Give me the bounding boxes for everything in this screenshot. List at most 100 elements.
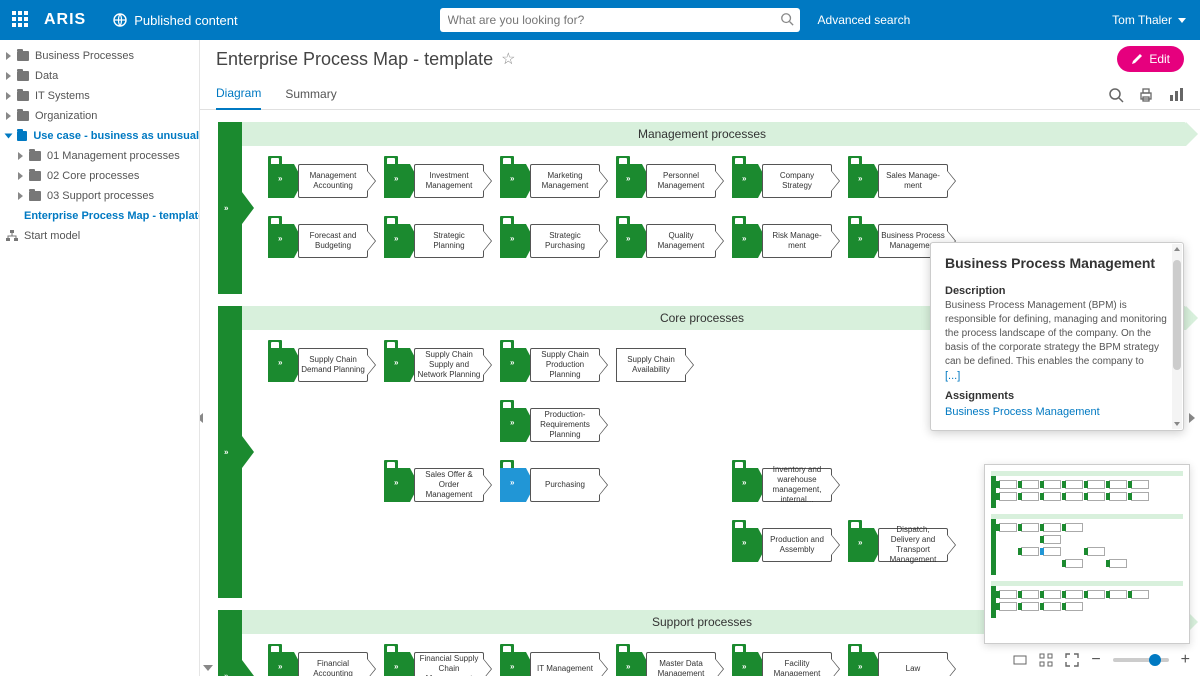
tab-summary[interactable]: Summary [285, 79, 336, 109]
process-node[interactable]: »IT Management [500, 644, 600, 676]
process-label: Supply Chain Demand Planning [301, 355, 365, 375]
search-input[interactable] [440, 8, 800, 32]
process-box: Strategic Purchasing [530, 224, 600, 258]
process-chevron-icon: » [732, 164, 758, 198]
zoom-slider[interactable] [1113, 658, 1169, 662]
process-node[interactable]: »Master Data Management [616, 644, 716, 676]
process-label: Quality Management [649, 231, 713, 251]
popover-scrollbar[interactable] [1172, 244, 1182, 429]
chart-icon[interactable] [1168, 87, 1184, 103]
sidebar-item-03-support[interactable]: 03 Support processes [0, 186, 199, 206]
node-details-popover: Business Process Management Description … [930, 242, 1184, 431]
fit-all-icon[interactable] [1039, 653, 1053, 667]
process-chevron-icon: » [848, 652, 874, 676]
published-content-nav[interactable]: Published content [112, 12, 237, 28]
zoom-in-button[interactable]: + [1181, 653, 1190, 667]
process-chevron-icon: » [500, 468, 526, 502]
user-name: Tom Thaler [1112, 13, 1172, 27]
app-launcher-icon[interactable] [12, 11, 30, 29]
process-node[interactable]: »Personnel Management [616, 156, 716, 206]
process-node[interactable]: »Supply Chain Production Planning [500, 340, 600, 390]
search-icon[interactable] [780, 12, 794, 26]
process-node[interactable]: »Dispatch, Delivery and Transport Manage… [848, 520, 948, 570]
process-box: Sales Offer & Order Management [414, 468, 484, 502]
process-node[interactable]: »Purchasing [500, 460, 600, 510]
process-box: Dispatch, Delivery and Transport Managem… [878, 528, 948, 562]
diagram-canvas[interactable]: Management processes » »Management Accou… [200, 110, 1200, 676]
sidebar-item-start-model[interactable]: Start model [0, 226, 199, 246]
sidebar-item-enterprise-process-map[interactable]: Enterprise Process Map - template [0, 206, 199, 226]
process-label: Personnel Management [649, 171, 713, 191]
process-label: Forecast and Budgeting [301, 231, 365, 251]
process-node[interactable]: »Investment Management [384, 156, 484, 206]
process-box: Forecast and Budgeting [298, 224, 368, 258]
process-node[interactable]: »Law [848, 644, 948, 676]
find-icon[interactable] [1108, 87, 1124, 103]
process-node[interactable]: » Quality Management [616, 216, 716, 266]
advanced-search-link[interactable]: Advanced search [818, 13, 911, 27]
pencil-icon [1131, 53, 1143, 65]
process-node[interactable]: »Risk Manage- ment [732, 216, 832, 266]
zoom-slider-thumb[interactable] [1149, 654, 1161, 666]
process-node[interactable]: »Management Accounting [268, 156, 368, 206]
process-chevron-icon: » [384, 164, 410, 198]
process-label: Production-Requirements Planning [533, 410, 597, 440]
edit-button[interactable]: Edit [1117, 46, 1184, 72]
process-label: IT Management [537, 664, 593, 674]
fit-width-icon[interactable] [1013, 653, 1027, 667]
sidebar-item-label: 03 Support processes [47, 186, 154, 206]
process-node[interactable]: »Supply Chain Demand Planning [268, 340, 368, 390]
process-chevron-icon: » [616, 224, 642, 258]
sidebar-item-02-core[interactable]: 02 Core processes [0, 166, 199, 186]
sidebar-item-label: Organization [35, 106, 97, 126]
process-node[interactable]: »Financial Accounting [268, 644, 368, 676]
user-menu[interactable]: Tom Thaler [1112, 13, 1186, 27]
collapse-sidebar-button[interactable] [200, 410, 208, 426]
process-node[interactable]: »Inventory and warehouse management, int… [732, 460, 832, 510]
zoom-out-button[interactable]: − [1091, 653, 1100, 667]
favorite-icon[interactable]: ☆ [501, 49, 515, 69]
process-node[interactable]: »Financial Supply Chain Management [384, 644, 484, 676]
popover-description-text: Business Process Management (BPM) is res… [945, 299, 1169, 369]
process-node[interactable]: »Sales Manage- ment [848, 156, 948, 206]
process-label: Management Accounting [301, 171, 365, 191]
process-node[interactable]: »Strategic Planning [384, 216, 484, 266]
process-node[interactable]: »Supply Chain Supply and Network Plannin… [384, 340, 484, 390]
chevron-left-icon [1189, 413, 1195, 423]
process-box: Company Strategy [762, 164, 832, 198]
process-chevron-icon: » [384, 652, 410, 676]
tabs-row: Diagram Summary [200, 78, 1200, 110]
sidebar-item-business-processes[interactable]: Business Processes [0, 46, 199, 66]
popover-more-link[interactable]: [...] [945, 370, 960, 382]
print-icon[interactable] [1138, 87, 1154, 103]
tab-diagram[interactable]: Diagram [216, 78, 261, 110]
sidebar-item-data[interactable]: Data [0, 66, 199, 86]
process-node[interactable]: »Forecast and Budgeting [268, 216, 368, 266]
process-chevron-icon: » [848, 164, 874, 198]
process-node[interactable]: »Marketing Management [500, 156, 600, 206]
process-node[interactable]: »Company Strategy [732, 156, 832, 206]
sidebar-item-01-management[interactable]: 01 Management processes [0, 146, 199, 166]
collapse-right-button[interactable] [1184, 410, 1200, 426]
process-chevron-icon: » [616, 652, 642, 676]
process-box: Supply Chain Demand Planning [298, 348, 368, 382]
process-node[interactable]: »Production-Requirements Planning [500, 400, 600, 450]
process-box: Master Data Management [646, 652, 716, 676]
process-node[interactable]: »Facility Management [732, 644, 832, 676]
fullscreen-icon[interactable] [1065, 653, 1079, 667]
popover-assignment-link[interactable]: Business Process Management [945, 406, 1100, 418]
sidebar-item-use-case[interactable]: Use case - business as unusual [0, 126, 199, 146]
sidebar-item-it-systems[interactable]: IT Systems [0, 86, 199, 106]
process-node[interactable]: »Production and Assembly [732, 520, 832, 570]
process-node[interactable]: »Sales Offer & Order Management [384, 460, 484, 510]
process-label: Supply Chain Supply and Network Planning [417, 350, 481, 380]
process-box: Financial Accounting [298, 652, 368, 676]
process-chevron-icon: » [732, 528, 758, 562]
process-node[interactable]: »Strategic Purchasing [500, 216, 600, 266]
collapse-bottom-button[interactable] [200, 660, 216, 676]
lane-handle: » [218, 610, 242, 676]
process-node-plain[interactable]: Supply Chain Availability [616, 348, 686, 382]
minimap[interactable] [984, 464, 1190, 644]
sidebar-item-label: Business Processes [35, 46, 134, 66]
sidebar-item-organization[interactable]: Organization [0, 106, 199, 126]
